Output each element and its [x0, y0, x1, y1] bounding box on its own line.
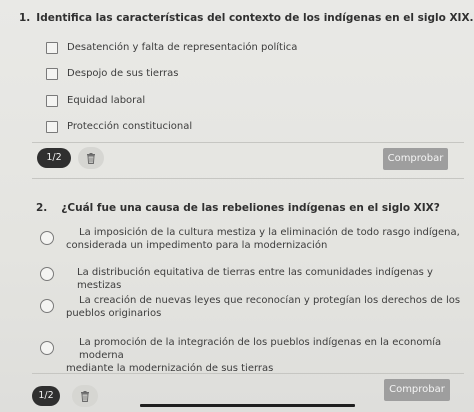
question-1-text: Identifica las características del conte…	[36, 12, 474, 24]
q1-option-3[interactable]: Equidad laboral	[46, 94, 145, 107]
trash-icon	[81, 390, 89, 402]
q2-option-1-line-1: La imposición de la cultura mestiza y la…	[79, 227, 460, 238]
q2-check-button[interactable]: Comprobar	[384, 379, 450, 401]
q2-progress-badge: 1/2	[32, 386, 60, 406]
q2-option-2-label: La distribución equitativa de tierras en…	[77, 267, 433, 291]
question-2-number: 2.	[36, 202, 48, 214]
q1-option-4-label: Protección constitucional	[67, 121, 193, 132]
q1-bottom-divider	[32, 178, 464, 179]
q2-option-4-label: La promoción de la integración de los pu…	[66, 336, 474, 375]
q2-option-1-radio[interactable]	[40, 231, 54, 245]
q1-option-1-label: Desatención y falta de representación po…	[67, 42, 298, 53]
q2-option-2-radio[interactable]	[40, 267, 54, 281]
q2-option-4-line-1: La promoción de la integración de los pu…	[79, 337, 442, 361]
q1-option-4-checkbox[interactable]	[46, 121, 58, 133]
q1-option-2-checkbox[interactable]	[46, 68, 58, 80]
q2-option-3-radio[interactable]	[40, 299, 54, 313]
question-2-text: ¿Cuál fue una causa de las rebeliones in…	[61, 202, 440, 214]
q2-option-1-line-2: considerada un impedimento para la moder…	[66, 240, 328, 251]
q2-trash-button[interactable]	[72, 385, 98, 407]
question-1-number: 1.	[19, 12, 31, 24]
q2-option-2[interactable]: La distribución equitativa de tierras en…	[40, 266, 474, 292]
q1-option-1[interactable]: Desatención y falta de representación po…	[46, 41, 297, 54]
q1-trash-button[interactable]	[78, 147, 104, 169]
q2-option-4[interactable]: La promoción de la integración de los pu…	[40, 336, 474, 375]
bottom-edge-line	[140, 404, 355, 407]
q1-top-divider	[32, 142, 464, 143]
q1-option-3-checkbox[interactable]	[46, 95, 58, 107]
q2-divider	[32, 373, 464, 374]
q2-option-1[interactable]: La imposición de la cultura mestiza y la…	[40, 226, 460, 252]
question-2-title: 2. ¿Cuál fue una causa de las rebeliones …	[36, 202, 440, 214]
q2-option-4-radio[interactable]	[40, 341, 54, 355]
trash-icon	[87, 152, 95, 164]
q1-option-4[interactable]: Protección constitucional	[46, 120, 192, 133]
q1-option-2[interactable]: Despojo de sus tierras	[46, 67, 178, 80]
q1-option-2-label: Despojo de sus tierras	[67, 68, 179, 79]
quiz-page: 1. Identifica las características del con…	[0, 0, 474, 412]
question-1-title: 1. Identifica las características del con…	[19, 12, 474, 24]
q2-option-1-label: La imposición de la cultura mestiza y la…	[66, 226, 460, 252]
q2-option-3-line-1: La creación de nuevas leyes que reconocí…	[79, 295, 461, 306]
q2-option-3[interactable]: La creación de nuevas leyes que reconocí…	[40, 294, 460, 320]
q1-option-1-checkbox[interactable]	[46, 42, 58, 54]
q2-option-3-line-2: pueblos originarios	[66, 308, 162, 319]
q1-progress-badge: 1/2	[37, 148, 71, 168]
q1-check-button[interactable]: Comprobar	[383, 148, 448, 170]
q1-option-3-label: Equidad laboral	[67, 95, 146, 106]
q2-option-3-label: La creación de nuevas leyes que reconocí…	[66, 294, 460, 320]
